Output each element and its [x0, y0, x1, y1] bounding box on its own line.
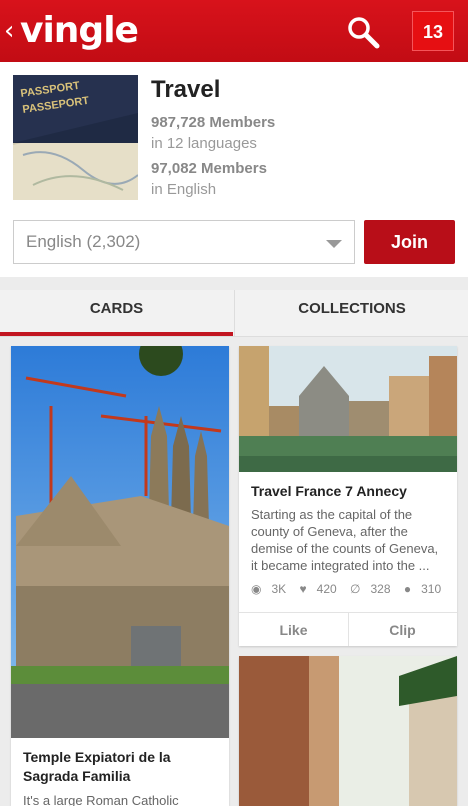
language-select-value: English (2,302) — [26, 232, 141, 251]
comments-count: 310 — [421, 582, 442, 596]
tab-cards-label: CARDS — [89, 300, 144, 317]
card-image-annecy — [239, 346, 457, 472]
like-button[interactable]: Like — [239, 613, 349, 646]
likes-count: 420 — [316, 582, 337, 596]
vingle-logo[interactable]: vingle — [20, 10, 139, 51]
card-title[interactable]: Travel France 7 Annecy — [251, 482, 407, 501]
card-annecy[interactable]: Travel France 7 Annecy Starting as the c… — [239, 346, 457, 646]
card-description-line-4: it became integrated into the ... — [251, 558, 430, 573]
tab-bar: CARDS COLLECTIONS — [0, 290, 468, 337]
card-description-line-3: demise of the counts of Geneva, — [251, 541, 439, 556]
card-description-line-2: county of Geneva, after the — [251, 524, 408, 539]
card-title-line-2[interactable]: Sagrada Familia — [23, 767, 130, 786]
card-image-sagrada-familia — [11, 346, 229, 738]
tab-collections-label: COLLECTIONS — [298, 300, 406, 317]
group-title: Travel — [151, 76, 221, 103]
back-icon[interactable]: ‹ — [4, 16, 14, 46]
heart-icon: ♥ — [299, 582, 307, 596]
top-bar: ‹ vingle 13 — [0, 0, 468, 62]
clips-count: 328 — [370, 582, 391, 596]
clip-icon: ∅ — [350, 582, 361, 596]
card-actions: Like Clip — [239, 612, 457, 646]
members-total: 987,728 Members — [151, 114, 276, 131]
group-header: PASSPORT PASSEPORT Travel 987,728 Member… — [0, 62, 468, 277]
chevron-down-icon — [326, 240, 342, 248]
comment-icon: ● — [403, 582, 412, 596]
active-tab-indicator — [0, 332, 233, 336]
languages-count: in 12 languages — [151, 135, 257, 152]
card-description-line-1: Starting as the capital of the — [251, 507, 413, 522]
search-icon[interactable] — [346, 15, 380, 49]
clip-button[interactable]: Clip — [348, 613, 457, 646]
tab-cards[interactable]: CARDS — [0, 290, 233, 336]
card-stats: ◉ 3K ♥ 420 ∅ 328 ● 310 — [251, 582, 451, 596]
language-label: in English — [151, 181, 217, 198]
join-button[interactable]: Join — [364, 220, 455, 264]
members-language: 97,082 Members — [151, 160, 267, 177]
group-thumbnail: PASSPORT PASSEPORT — [13, 75, 138, 200]
notification-badge[interactable]: 13 — [412, 11, 454, 51]
views-count: 3K — [271, 582, 287, 596]
card-image-street — [239, 656, 457, 806]
language-select[interactable]: English (2,302) — [13, 220, 355, 264]
card-description: It's a large Roman Catholic — [23, 793, 179, 806]
views-icon: ◉ — [251, 582, 262, 596]
card-title-line-1[interactable]: Temple Expiatori de la — [23, 748, 171, 767]
card-street[interactable] — [239, 656, 457, 806]
tab-collections[interactable]: COLLECTIONS — [234, 290, 468, 336]
card-sagrada-familia[interactable]: Temple Expiatori de la Sagrada Familia I… — [11, 346, 229, 806]
